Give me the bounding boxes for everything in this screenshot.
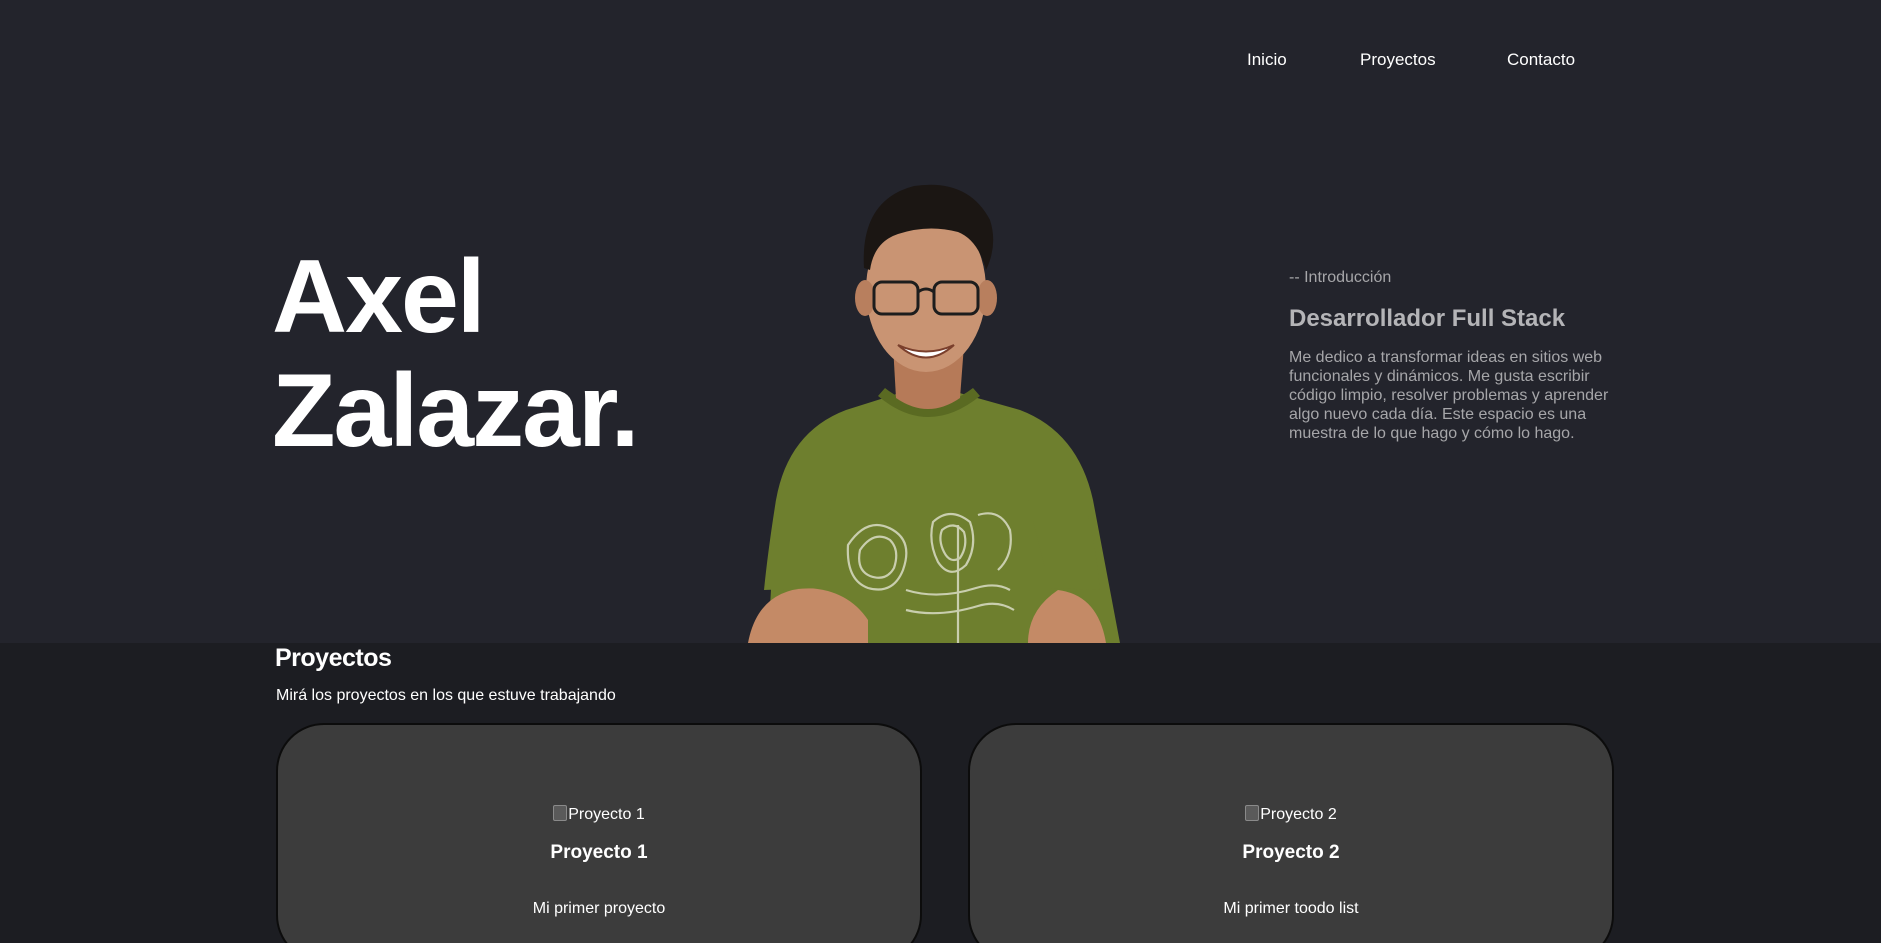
project-card-2[interactable]: Proyecto 2 Proyecto 2 Mi primer toodo li…: [968, 723, 1614, 943]
portrait-photo: [748, 184, 1120, 643]
project-title-1: Proyecto 1: [550, 842, 648, 863]
project-image-alt-2: Proyecto 2: [1260, 806, 1337, 823]
project-description-2: Mi primer toodo list: [1223, 900, 1359, 917]
projects-title: Proyectos: [275, 644, 392, 672]
projects-subtitle: Mirá los proyectos en los que estuve tra…: [276, 687, 616, 704]
hero-name: Axel Zalazar.: [272, 240, 692, 468]
intro-label: -- Introducción: [1289, 269, 1392, 286]
nav-link-inicio[interactable]: Inicio: [1247, 50, 1287, 70]
hero-section: Inicio Proyectos Contacto Axel Zalazar.: [0, 0, 1881, 643]
top-nav: Inicio Proyectos Contacto: [0, 50, 1881, 74]
intro-panel: -- Introducción Desarrollador Full Stack…: [1289, 268, 1619, 443]
project-image-1: Proyecto 1: [278, 805, 920, 824]
nav-link-proyectos[interactable]: Proyectos: [1360, 50, 1436, 70]
project-card-1[interactable]: Proyecto 1 Proyecto 1 Mi primer proyecto: [276, 723, 922, 943]
project-image-alt-1: Proyecto 1: [568, 806, 645, 823]
nav-link-contacto[interactable]: Contacto: [1507, 50, 1575, 70]
project-image-2: Proyecto 2: [970, 805, 1612, 824]
hero-name-last: Zalazar.: [272, 353, 640, 469]
project-description-1: Mi primer proyecto: [532, 900, 666, 917]
intro-description: Me dedico a transformar ideas en sitios …: [1289, 349, 1609, 442]
broken-image-icon: [1245, 805, 1260, 821]
role-title: Desarrollador Full Stack: [1289, 305, 1566, 332]
project-title-2: Proyecto 2: [1242, 842, 1340, 863]
broken-image-icon: [553, 805, 568, 821]
hero-name-first: Axel: [272, 239, 486, 355]
